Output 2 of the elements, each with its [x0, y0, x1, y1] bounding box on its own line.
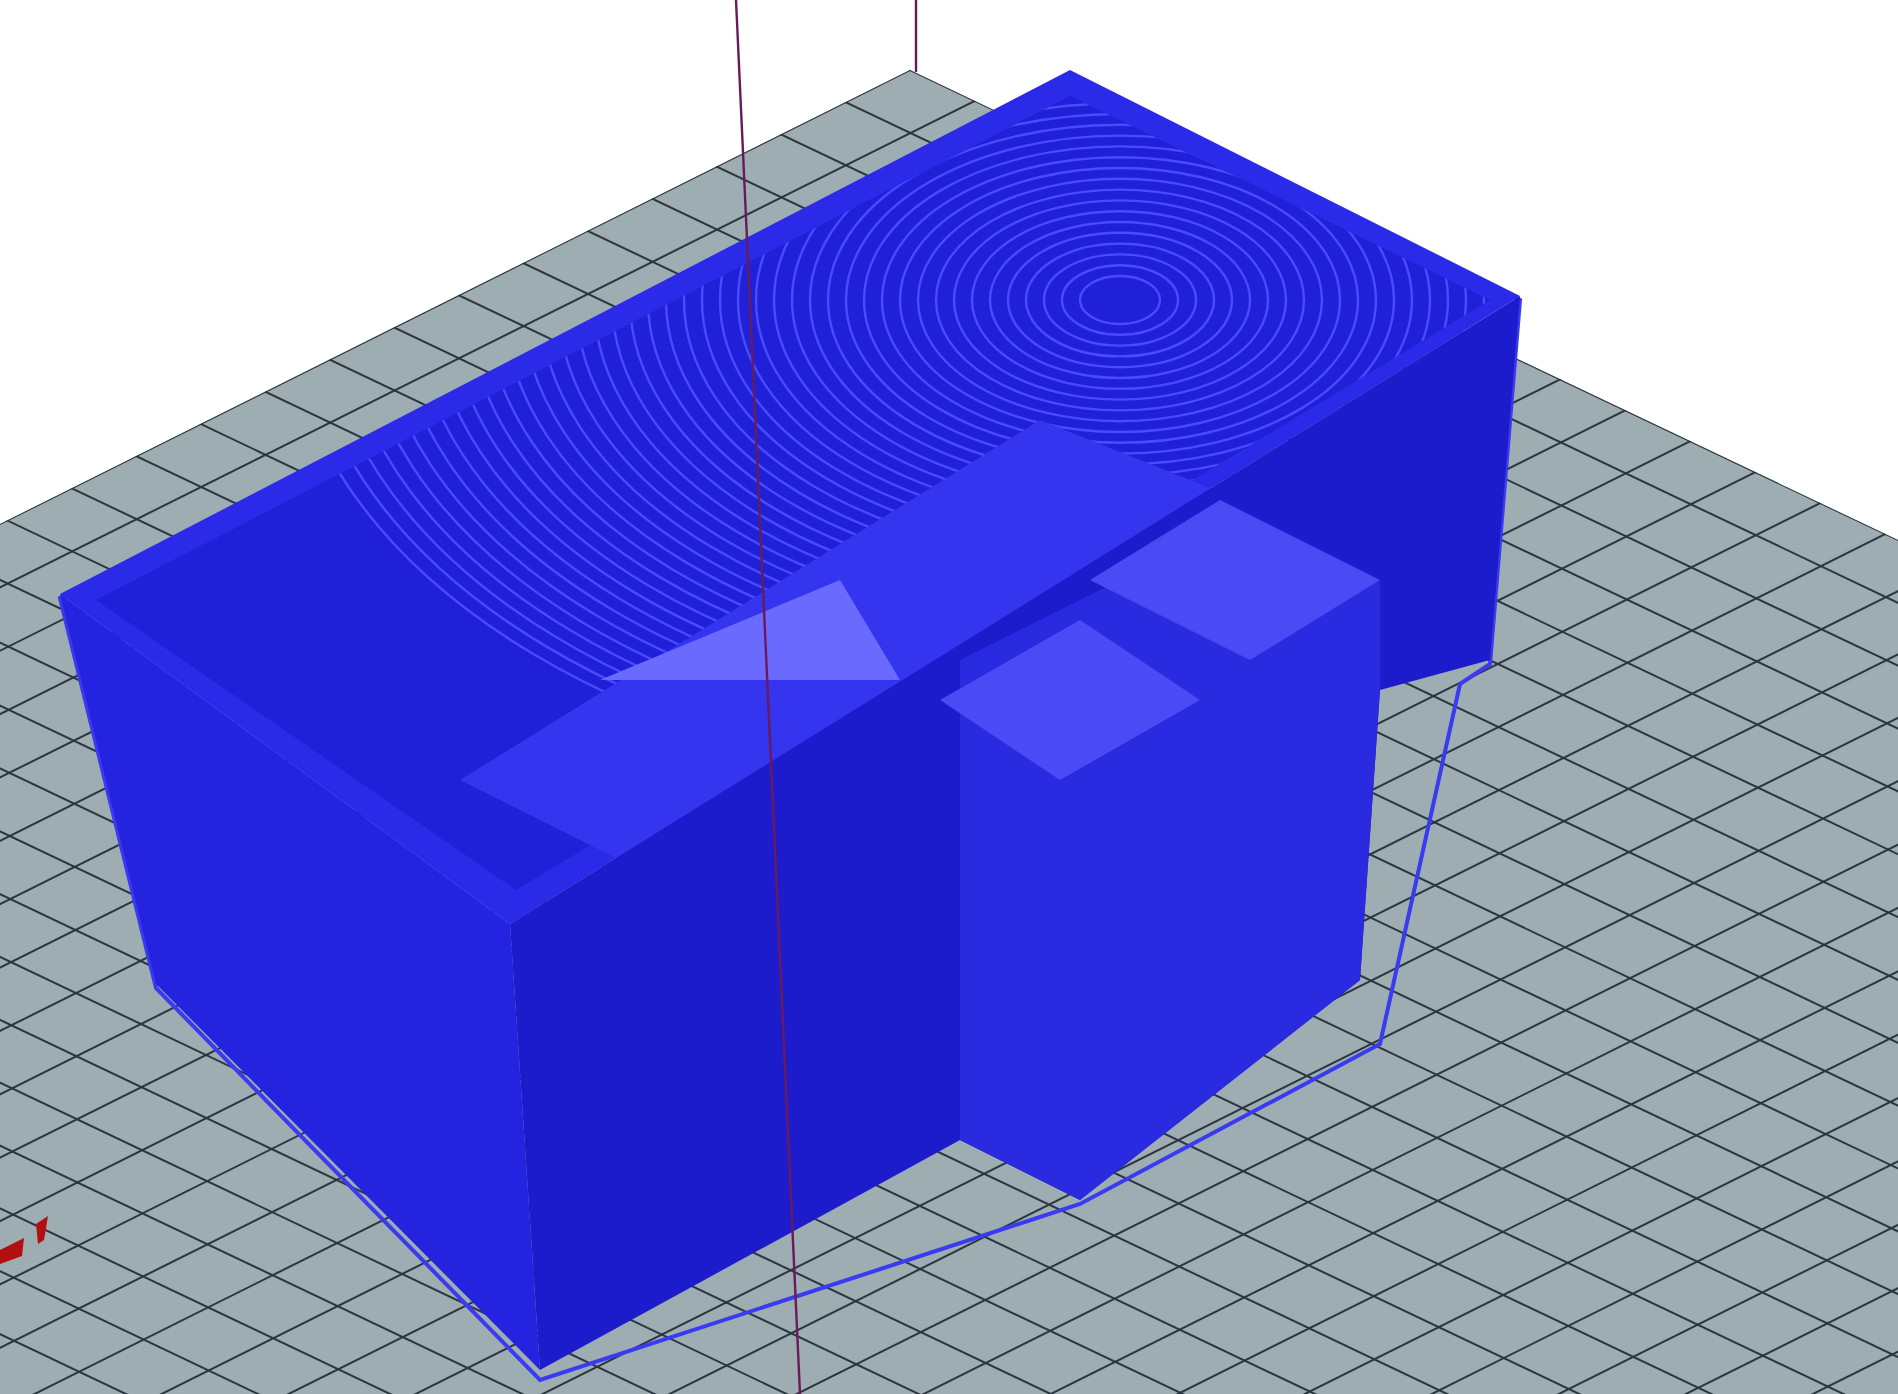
axis-arrow-icon — [0, 1216, 48, 1264]
axis-line — [914, 0, 918, 72]
